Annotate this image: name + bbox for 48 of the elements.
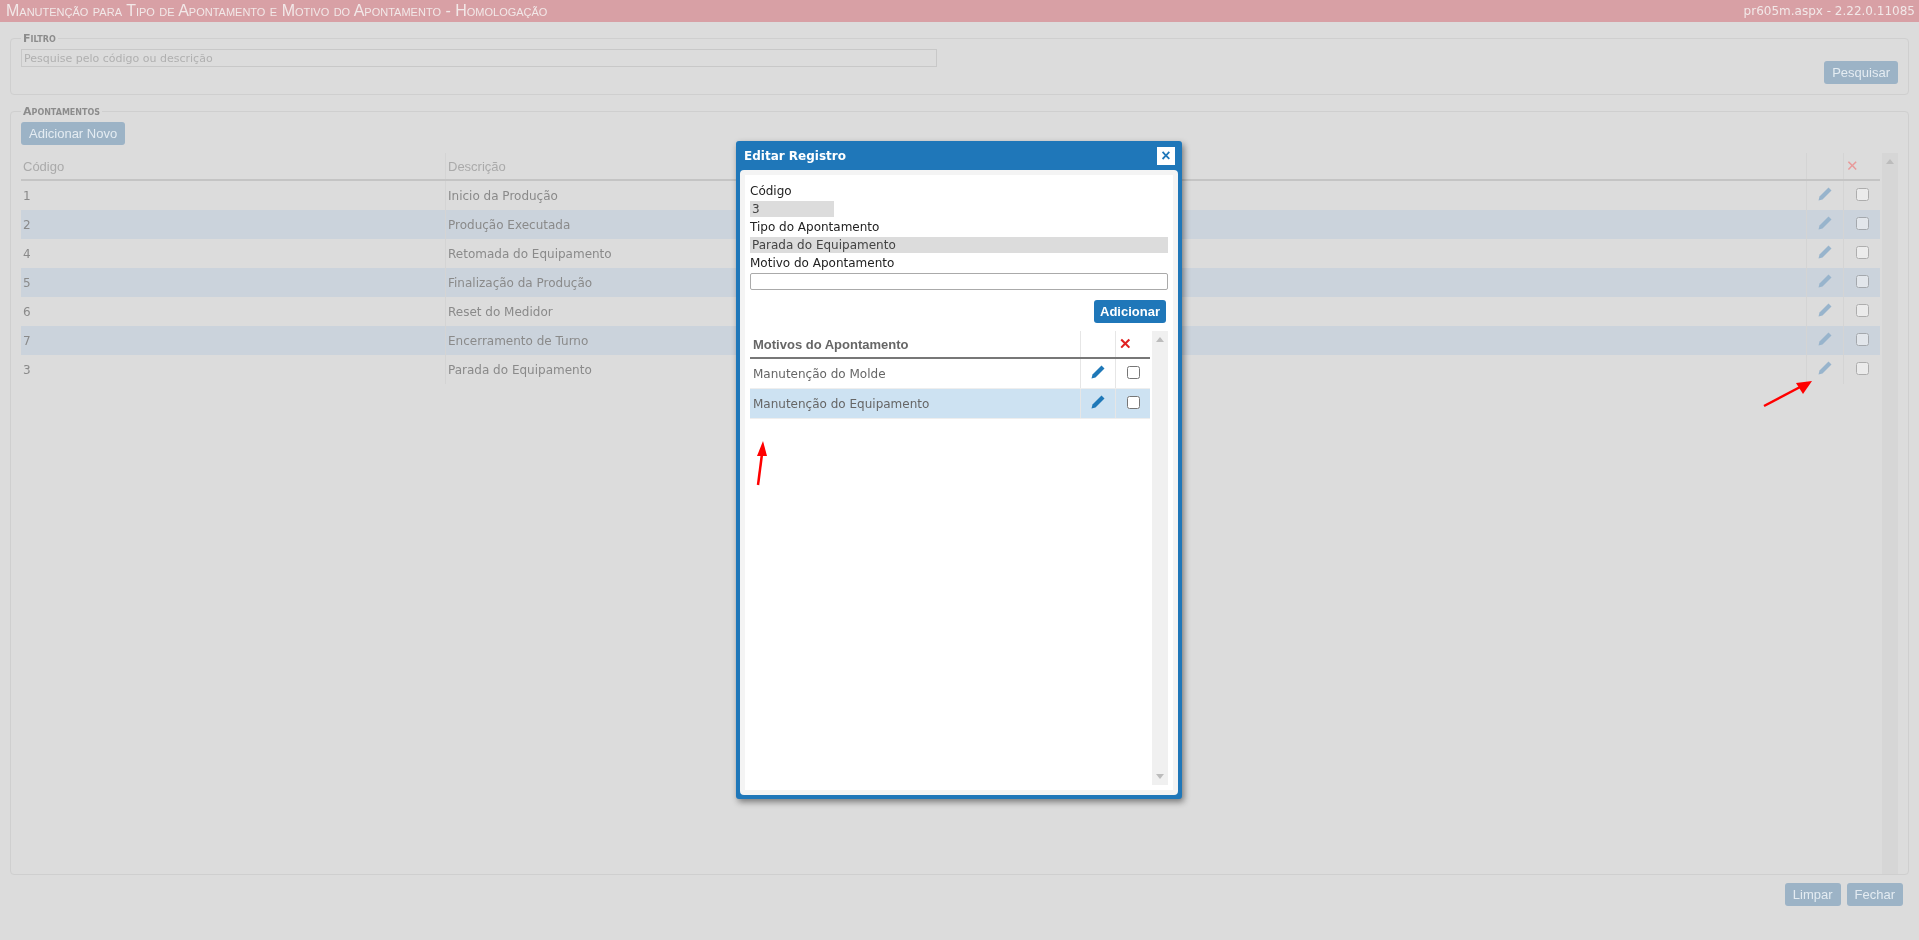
row-checkbox[interactable] <box>1855 245 1869 259</box>
delete-icon[interactable]: ✕ <box>1119 335 1132 352</box>
code-field[interactable]: 3 <box>750 201 834 217</box>
row-checkbox[interactable] <box>1855 332 1869 346</box>
pencil-icon[interactable] <box>1090 394 1106 410</box>
field-label: Tipo do Apontamento <box>750 220 881 234</box>
table-cell: 4 <box>23 246 31 261</box>
table-cell: 7 <box>23 333 31 348</box>
row-checkbox[interactable] <box>1855 216 1869 230</box>
table-cell: 6 <box>23 304 31 319</box>
table-cell: Produção Executada <box>448 217 571 232</box>
table-cell: 1 <box>23 188 31 203</box>
filter-legend: Filtro <box>21 32 58 45</box>
scroll-down-icon[interactable] <box>1156 774 1164 779</box>
scroll-up-icon[interactable] <box>1886 159 1894 164</box>
table-cell: Encerramento de Turno <box>448 333 589 348</box>
table-cell: 5 <box>23 275 31 290</box>
annotation-arrow <box>754 440 768 486</box>
table-cell: 2 <box>23 217 31 232</box>
close-button[interactable]: × <box>1157 146 1175 165</box>
row-checkbox[interactable] <box>1126 395 1140 409</box>
reason-item[interactable]: Manutenção do Molde <box>750 358 1081 389</box>
type-field[interactable]: Parada do Equipamento <box>750 237 1168 253</box>
row-checkbox[interactable] <box>1855 303 1869 317</box>
field-label: Motivo do Apontamento <box>750 256 896 270</box>
annotation-arrow <box>1762 378 1814 408</box>
column-header: Motivos do Apontamento <box>750 331 1081 358</box>
scrollbar[interactable] <box>1152 331 1168 785</box>
row-checkbox[interactable] <box>1855 274 1869 288</box>
row-checkbox[interactable] <box>1855 361 1869 375</box>
table-cell: Parada do Equipamento <box>448 362 592 377</box>
table-cell: Finalização da Produção <box>448 275 593 290</box>
add-button[interactable]: Adicionar <box>1094 300 1166 323</box>
page-title: Manutenção para Tipo de Apontamento e Motivo do Apontamento - Homologação <box>6 2 548 20</box>
table-cell: Reset do Medidor <box>448 304 553 319</box>
table-cell: 3 <box>23 362 31 377</box>
table-cell: Retomada do Equipamento <box>448 246 612 261</box>
version-label: pr605m.aspx - 2.22.0.11085 <box>1743 4 1915 18</box>
reason-field[interactable] <box>750 273 1168 290</box>
scrollbar[interactable] <box>1882 153 1898 874</box>
reason-item[interactable]: Manutenção do Equipamento <box>750 388 1081 419</box>
pencil-icon[interactable] <box>1090 364 1106 380</box>
row-checkbox[interactable] <box>1126 365 1140 379</box>
records-legend: Apontamentos <box>21 106 103 118</box>
scroll-up-icon[interactable] <box>1156 337 1164 342</box>
table-cell: Inicio da Produção <box>448 188 558 203</box>
field-label: Código <box>750 184 793 198</box>
row-checkbox[interactable] <box>1855 187 1869 201</box>
